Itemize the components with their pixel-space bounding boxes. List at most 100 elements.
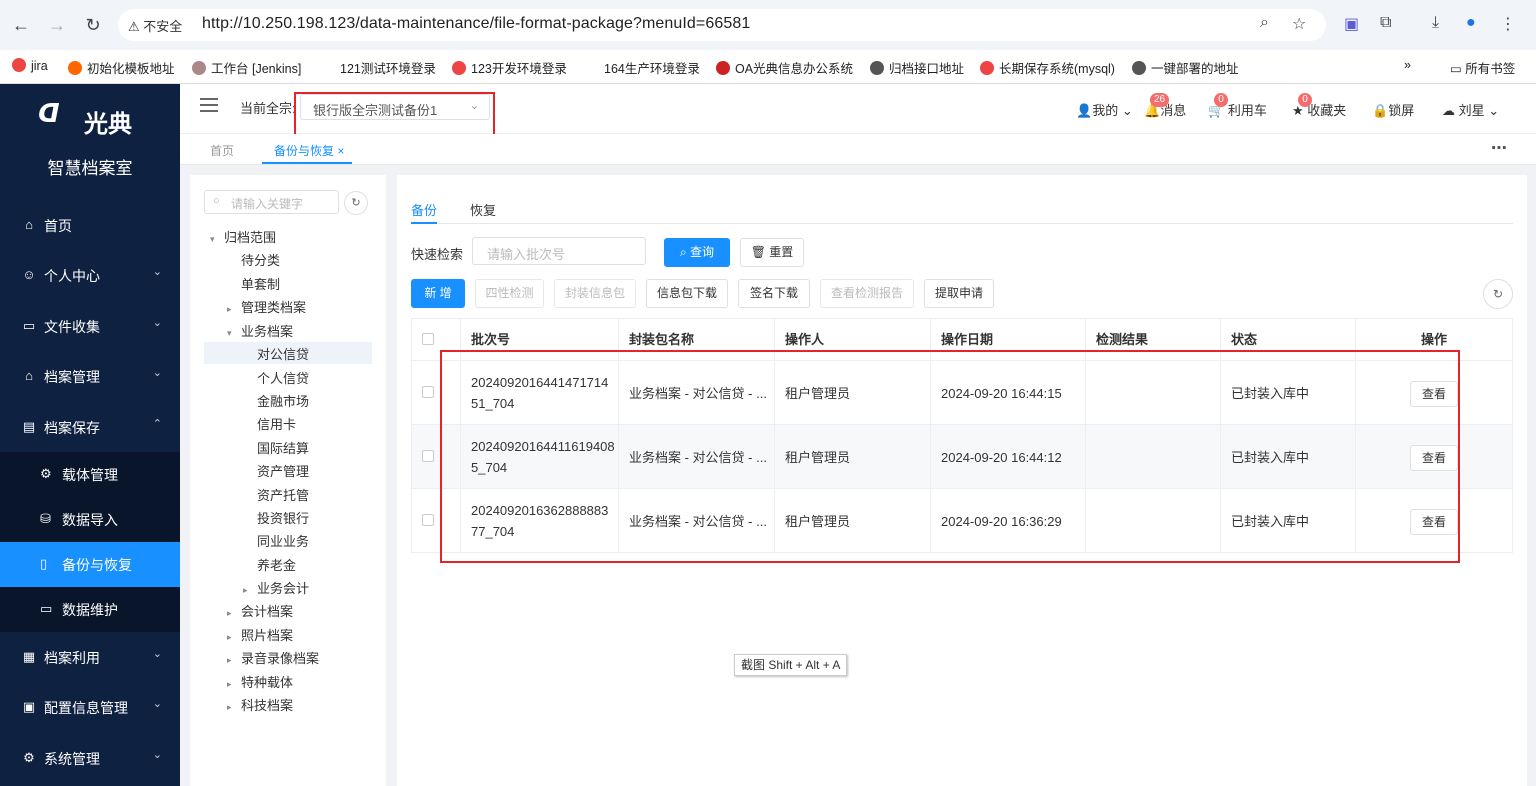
subtab-backup[interactable]: 备份 [411,200,437,219]
tree-node[interactable]: 金融市场 [257,391,309,410]
tree-node[interactable]: 对公信贷 [257,344,309,363]
tree-node[interactable]: 同业业务 [257,531,309,550]
four-check-button[interactable]: 四性检测 [475,279,544,308]
menu-item-config[interactable]: ▣ 配置信息管理 ⌄ [0,685,180,730]
warning-icon: ⚠ [128,19,140,34]
view-report-button[interactable]: 查看检测报告 [820,279,914,308]
tree-node[interactable]: 单套制 [241,274,280,293]
menu-item-archive-use[interactable]: ▦ 档案利用 ⌄ [0,635,180,680]
back-arrow-icon[interactable]: ← [8,12,34,38]
close-icon[interactable]: × [337,144,344,158]
tree-node[interactable]: ▾ 业务档案 [227,321,293,340]
submenu-item-backup[interactable]: ▯ 备份与恢复 [0,542,180,587]
tree-node[interactable]: ▸ 特种载体 [227,672,293,691]
row-checkbox[interactable] [422,386,434,398]
bookmark-item[interactable]: 121测试环境登录 [340,58,436,77]
menu-item-personal[interactable]: ☺ 个人中心 ⌄ [0,253,180,298]
user-menu[interactable]: ☁ 刘星 ⌄ [1442,100,1499,119]
tree-node[interactable]: ▸ 录音录像档案 [227,648,319,667]
download-icon[interactable]: ⤓ [1432,14,1439,32]
row-checkbox[interactable] [422,450,434,462]
bookmark-item[interactable]: 123开发环境登录 [452,58,567,77]
package-download-button[interactable]: 信息包下载 [646,279,728,308]
menu-item-collection[interactable]: ▭ 文件收集 ⌄ [0,304,180,349]
select-all-checkbox[interactable] [422,333,434,345]
signature-download-button[interactable]: 签名下载 [738,279,810,308]
chevron-down-icon: ⌄ [152,367,162,379]
insecure-label[interactable]: ⚠ 不安全 [128,16,182,35]
favorites-badge: 0 [1298,93,1312,107]
puzzle-icon[interactable]: ⧉ [1380,14,1391,32]
favorites[interactable]: ★ 0 收藏夹 [1292,93,1346,119]
extension-icon[interactable]: ▣ [1344,14,1359,34]
add-button[interactable]: 新 增 [411,279,465,308]
tree-node[interactable]: ▸ 科技档案 [227,695,293,714]
hamburger-icon[interactable] [200,98,218,112]
address-bar[interactable]: ⚠ 不安全 http://10.250.198.123/data-mainten… [118,9,1326,41]
tree-node[interactable]: ▾ 归档范围 [210,227,276,246]
gitlab-icon [68,61,82,75]
use-cart[interactable]: 🛒 0 利用车 [1208,93,1267,119]
query-button[interactable]: ⌕ 查询 [664,238,730,267]
bookmark-item[interactable]: 工作台 [Jenkins] [192,58,301,77]
menu-item-system[interactable]: ⚙ 系统管理 ⌄ [0,736,180,781]
profile-icon[interactable]: ● [1466,14,1476,32]
more-icon[interactable]: ⋯ [1491,138,1508,158]
bookmark-item[interactable]: 长期保存系统(mysql) [980,58,1115,77]
package-button[interactable]: 封装信息包 [554,279,636,308]
all-bookmarks[interactable]: ▭ 所有书签 [1450,58,1515,77]
submenu-item-maintenance[interactable]: ▭ 数据维护 [0,587,180,632]
active-tab-indicator [262,162,352,164]
tree-node[interactable]: 资产托管 [257,485,309,504]
row-checkbox[interactable] [422,514,434,526]
tree-search-input[interactable]: ○ 请输入关键字 [204,190,339,214]
bookmark-item[interactable]: OA光典信息办公系统 [716,58,853,77]
url-text[interactable]: http://10.250.198.123/data-maintenance/f… [202,15,750,33]
bookmark-item[interactable]: 一键部署的地址 [1132,58,1239,77]
tree-node[interactable]: 国际结算 [257,438,309,457]
tree-node[interactable]: 待分类 [241,250,280,269]
user-icon: 👤 [1076,103,1093,118]
caret-right-icon: ▸ [227,608,232,618]
bookmark-item[interactable]: 164生产环境登录 [604,58,700,77]
cart-icon: 🛒 0 [1208,93,1228,118]
tree-node[interactable]: 个人信贷 [257,368,309,387]
tab-backup[interactable]: 备份与恢复 × [274,142,344,159]
tree-node[interactable]: 投资银行 [257,508,309,527]
tree-node[interactable]: 养老金 [257,555,296,574]
submenu-item-import[interactable]: ⛁ 数据导入 [0,497,180,542]
star-icon[interactable]: ☆ [1292,14,1306,34]
tree-node[interactable]: ▸ 会计档案 [227,601,293,620]
extract-request-button[interactable]: 提取申请 [924,279,994,308]
mine-menu[interactable]: 👤我的 ⌄ [1076,100,1133,119]
batch-number-input[interactable]: 请输入批次号 [472,237,646,265]
zoom-icon[interactable]: ⌕ [1260,14,1269,32]
submenu-item-carrier[interactable]: ⚙ 载体管理 [0,452,180,497]
reload-icon[interactable]: ↻ [80,12,106,38]
chevron-down-icon: ⌄ [152,266,162,278]
menu-item-archive-manage[interactable]: ⌂ 档案管理 ⌄ [0,354,180,399]
lock-screen[interactable]: 🔒锁屏 [1372,100,1414,119]
forward-arrow-icon[interactable]: → [44,12,70,38]
tree-node[interactable]: ▸ 管理类档案 [227,297,306,316]
bookmark-item[interactable]: 初始化模板地址 [68,58,175,77]
messages[interactable]: 🔔 26 消息 [1144,93,1186,119]
tree-node[interactable]: 信用卡 [257,414,296,433]
tree-node[interactable]: ▸ 业务会计 [243,578,309,597]
bookmarks-more[interactable]: » [1404,58,1411,72]
reset-button[interactable]: 🗑 重置 [740,238,804,267]
logo-subtitle: 智慧档案室 [47,159,133,178]
tree-node[interactable]: 资产管理 [257,461,309,480]
bookmark-item[interactable]: 归档接口地址 [870,58,964,77]
tab-home[interactable]: 首页 [210,142,234,159]
bookmark-item[interactable]: jira [12,58,48,73]
chevron-down-icon: ⌄ [152,698,162,710]
tree-node[interactable]: ▸ 照片档案 [227,625,293,644]
menu-item-archive-save[interactable]: ▤ 档案保存 ⌃ [0,405,180,450]
browser-menu-icon[interactable]: ⋮ [1500,14,1516,34]
refresh-icon[interactable]: ↻ [1483,279,1513,309]
archive-icon: ▤ [22,419,36,434]
refresh-icon[interactable]: ↻ [344,191,368,215]
subtab-restore[interactable]: 恢复 [470,200,496,219]
menu-item-home[interactable]: ⌂ 首页 [0,203,180,248]
